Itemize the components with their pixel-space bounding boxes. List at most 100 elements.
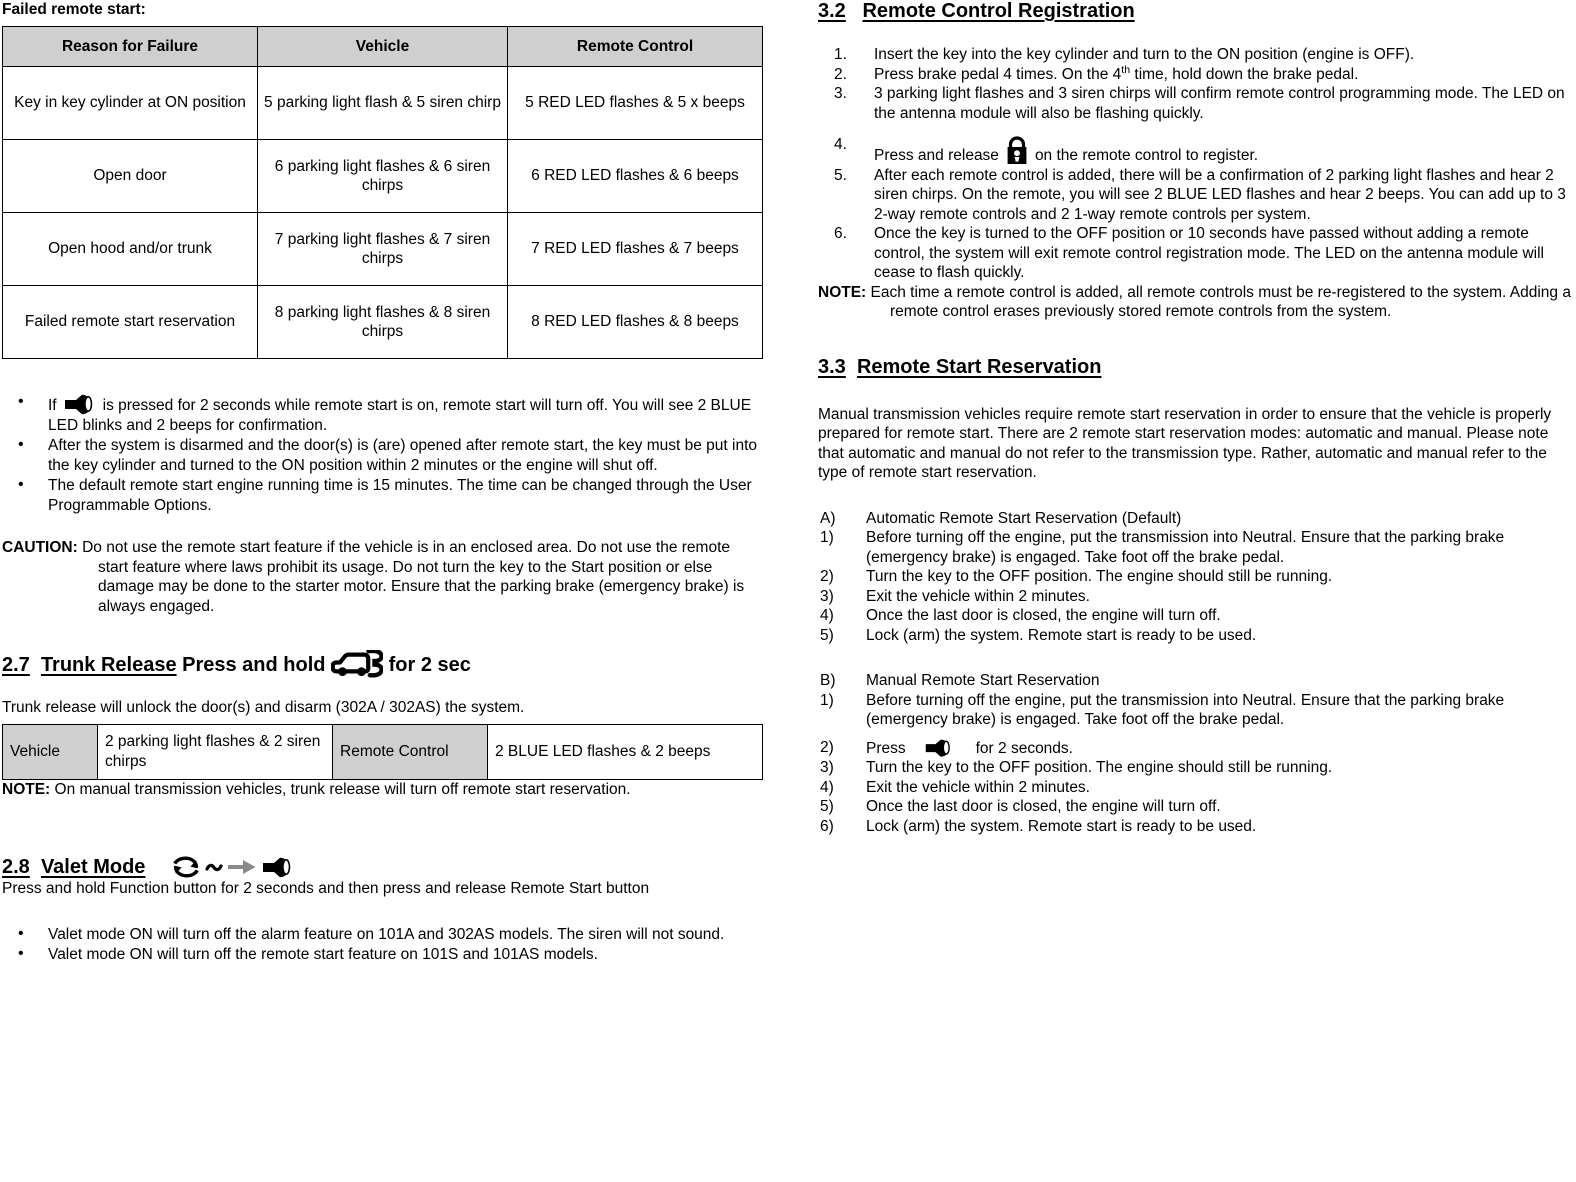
right-column: 3.2 Remote Control Registration Insert t… <box>818 0 1574 837</box>
list-item: Press and release on the remote control … <box>818 135 1574 166</box>
note-label: NOTE: <box>818 283 867 301</box>
left-column: Failed remote start: Reason for Failure … <box>2 0 763 966</box>
bullet-text-after: is pressed for 2 seconds while remote st… <box>48 397 752 434</box>
section-28-heading: 2.8 Valet Mode <box>2 855 762 879</box>
section-27-title: Trunk Release <box>40 653 177 676</box>
section-33-title: Remote Start Reservation <box>856 355 1102 378</box>
list-item: Once the key is turned to the OFF positi… <box>834 224 1544 282</box>
horn-icon <box>63 393 97 415</box>
document-page: Failed remote start: Reason for Failure … <box>0 0 1576 1182</box>
caution-text: Do not use the remote start feature if t… <box>82 539 745 615</box>
list-item: Lock (arm) the system. Remote start is r… <box>820 626 1257 645</box>
section-27-intro: Trunk release will unlock the door(s) an… <box>2 699 525 717</box>
list-item: Turn the key to the OFF position. The en… <box>820 567 1333 586</box>
column-header-vehicle: Vehicle <box>257 25 508 68</box>
list-item: After the system is disarmed and the doo… <box>2 435 762 475</box>
cell-remote-control: 6 RED LED flashes & 6 beeps <box>507 139 763 214</box>
group-b-marker: B) <box>820 672 836 690</box>
step-text-a: Press and release <box>874 147 999 165</box>
remote-start-bullet-list: Ifis pressed for 2 seconds while remote … <box>2 392 762 515</box>
list-item: Once the last door is closed, the engine… <box>820 797 1221 816</box>
cell-remote-control: 8 RED LED flashes & 8 beeps <box>507 285 763 360</box>
cell-vehicle: 6 parking light flashes & 6 siren chirps <box>257 139 508 214</box>
horn-icon <box>924 738 954 758</box>
cell-remote-control: 7 RED LED flashes & 7 beeps <box>507 212 763 287</box>
list-item: Ifis pressed for 2 seconds while remote … <box>2 392 762 435</box>
padlock-icon <box>1005 135 1029 165</box>
list-item: Before turning off the engine, put the t… <box>820 691 1505 729</box>
table-header-row: Reason for Failure Vehicle Remote Contro… <box>2 25 763 68</box>
caution-block: CAUTION: Do not use the remote start fea… <box>2 538 762 616</box>
section-33-intro: Manual transmission vehicles require rem… <box>818 405 1552 482</box>
table-row: Open door 6 parking light flashes & 6 si… <box>2 139 763 214</box>
cell-reason: Key in key cylinder at ON position <box>2 66 258 141</box>
column-header-remote-control: Remote Control <box>507 25 763 68</box>
list-item: Press brake pedal 4 times. On the 4th ti… <box>818 63 1574 85</box>
list-item: After each remote control is added, ther… <box>834 166 1566 223</box>
section-32-title: Remote Control Registration <box>862 0 1135 22</box>
failed-remote-start-heading: Failed remote start: <box>2 1 146 18</box>
valet-mode-icon-group <box>171 855 295 879</box>
list-item: Valet mode ON will turn off the alarm fe… <box>2 924 762 945</box>
group-a-heading: A) Automatic Remote Start Reservation (De… <box>818 509 1574 529</box>
list-item: Turn the key to the OFF position. The en… <box>820 758 1333 777</box>
list-item: Lock (arm) the system. Remote start is r… <box>820 817 1257 836</box>
section-27-number: 2.7 <box>2 653 30 676</box>
list-item: Press for 2 seconds. <box>818 738 1574 759</box>
cell-vehicle: 5 parking light flash & 5 siren chirp <box>257 66 508 141</box>
section-27-heading: 2.7 Trunk Release Press and hold for 2 s… <box>2 650 762 680</box>
ordinal-suffix: th <box>1121 63 1131 76</box>
note-text: On manual transmission vehicles, trunk r… <box>54 780 631 798</box>
table-row: Open hood and/or trunk 7 parking light f… <box>2 212 763 287</box>
section-28-body: Press and hold Function button for 2 sec… <box>2 880 650 898</box>
trunk-open-icon <box>331 650 384 680</box>
table-row: Failed remote start reservation 8 parkin… <box>2 285 763 360</box>
list-item: Exit the vehicle within 2 minutes. <box>820 587 1090 606</box>
group-a-title: Automatic Remote Start Reservation (Defa… <box>866 509 1182 527</box>
column-header-reason: Reason for Failure <box>2 25 258 68</box>
list-item: The default remote start engine running … <box>2 475 762 515</box>
cell-remote-control: 5 RED LED flashes & 5 x beeps <box>507 66 763 141</box>
section-32-heading: 3.2 Remote Control Registration <box>818 0 1574 23</box>
section-32-note: NOTE: Each time a remote control is adde… <box>818 283 1574 322</box>
note-label: NOTE: <box>2 780 51 798</box>
section-28-title: Valet Mode <box>40 855 146 878</box>
group-a-step-list: Before turning off the engine, put the t… <box>818 528 1574 645</box>
caution-label: CAUTION: <box>2 539 78 557</box>
table-row: Vehicle 2 parking light flashes & 2 sire… <box>2 723 763 780</box>
tilde-icon <box>205 856 224 878</box>
cell-remote-control-value: 2 BLUE LED flashes & 2 beeps <box>487 723 763 780</box>
list-item: Insert the key into the key cylinder and… <box>834 45 1415 64</box>
section-28-number: 2.8 <box>2 855 30 878</box>
step-text-b: for 2 seconds. <box>975 739 1073 757</box>
list-item: Before turning off the engine, put the t… <box>820 528 1505 566</box>
list-item: Once the last door is closed, the engine… <box>820 606 1221 625</box>
cell-reason: Open door <box>2 139 258 214</box>
cycle-arrows-icon <box>171 855 201 879</box>
group-a-marker: A) <box>820 509 836 527</box>
cell-vehicle-value: 2 parking light flashes & 2 siren chirps <box>97 723 333 780</box>
section-33-number: 3.3 <box>818 355 846 378</box>
section-27-note: NOTE: On manual transmission vehicles, t… <box>2 780 762 800</box>
cell-vehicle: 8 parking light flashes & 8 siren chirps <box>257 285 508 360</box>
valet-mode-bullet-list: Valet mode ON will turn off the alarm fe… <box>2 924 762 965</box>
group-b-step-list: Before turning off the engine, put the t… <box>818 691 1574 837</box>
step-text-b: time, hold down the brake pedal. <box>1130 65 1359 83</box>
note-text: Each time a remote control is added, all… <box>870 283 1571 321</box>
list-item: 3 parking light flashes and 3 siren chir… <box>834 84 1565 122</box>
registration-step-list: Insert the key into the key cylinder and… <box>818 45 1574 283</box>
step-text-a: Press brake pedal 4 times. On the 4 <box>874 65 1122 83</box>
failed-remote-start-table: Reason for Failure Vehicle Remote Contro… <box>2 25 763 360</box>
cell-reason: Failed remote start reservation <box>2 285 258 360</box>
step-text-a: Press <box>866 739 906 757</box>
cell-vehicle: 7 parking light flashes & 7 siren chirps <box>257 212 508 287</box>
list-item: Exit the vehicle within 2 minutes. <box>820 778 1090 797</box>
section-27-suffix-before: Press and hold <box>182 653 326 676</box>
bullet-text-before: If <box>48 397 57 415</box>
step-text-b: on the remote control to register. <box>1034 147 1259 165</box>
trunk-release-table: Vehicle 2 parking light flashes & 2 sire… <box>2 723 763 780</box>
table-row: Key in key cylinder at ON position 5 par… <box>2 66 763 141</box>
cell-remote-control-label: Remote Control <box>332 723 488 780</box>
section-33-heading: 3.3 Remote Start Reservation <box>818 356 1574 379</box>
right-arrow-icon <box>227 858 257 876</box>
